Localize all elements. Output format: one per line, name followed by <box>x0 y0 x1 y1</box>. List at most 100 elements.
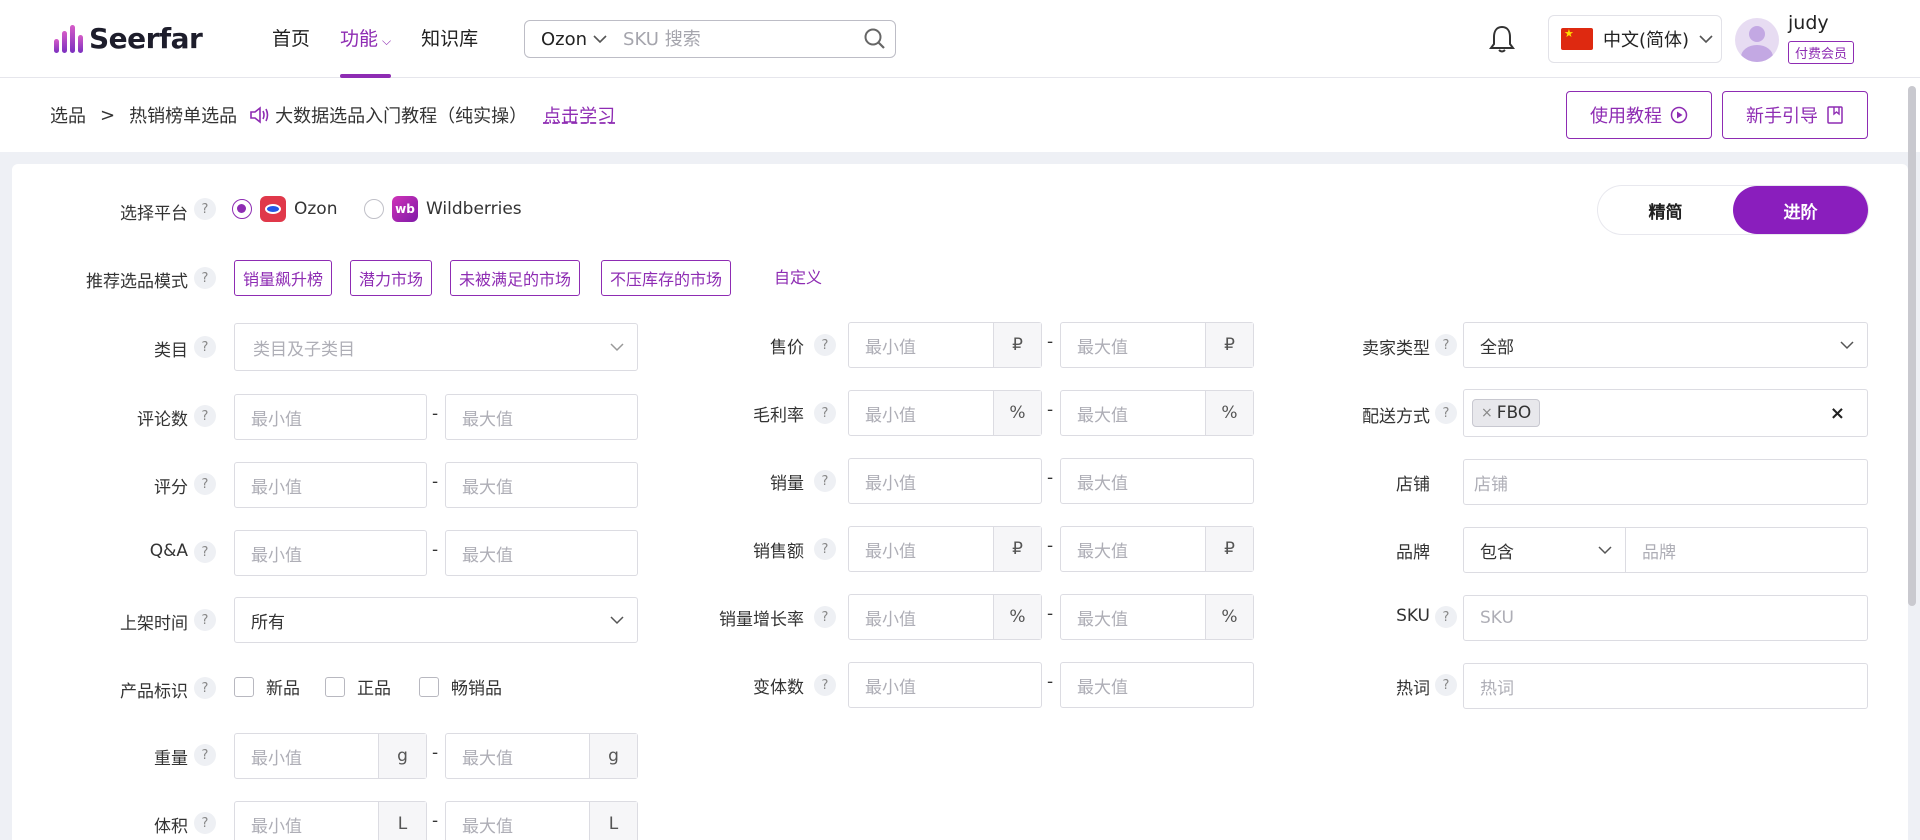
sales-min-input[interactable]: 最小值 <box>848 458 1042 504</box>
tag-no-stock-market[interactable]: 不压库存的市场 <box>601 260 732 296</box>
sku-input[interactable]: SKU <box>1463 595 1868 641</box>
revenue-min-input[interactable]: 最小值 ₽ <box>848 526 1042 572</box>
fbo-chip-label: FBO <box>1496 403 1532 423</box>
help-icon[interactable]: ? <box>194 336 216 358</box>
breadcrumb-separator: > <box>100 104 116 126</box>
help-icon[interactable]: ? <box>194 473 216 495</box>
qa-max-input[interactable]: 最大值 <box>445 530 638 576</box>
brand-input[interactable]: 品牌 <box>1625 527 1868 573</box>
help-icon[interactable]: ? <box>814 606 836 628</box>
platform-option-ozon[interactable]: Ozon <box>232 196 337 222</box>
search-icon[interactable] <box>855 27 895 51</box>
flag-bestseller-checkbox[interactable]: 畅销品 <box>419 674 502 699</box>
help-icon[interactable]: ? <box>1435 606 1457 628</box>
qa-label: Q&A <box>149 541 188 561</box>
variants-label: 变体数 <box>753 678 804 698</box>
help-icon[interactable]: ? <box>814 538 836 560</box>
help-icon[interactable]: ? <box>194 198 216 220</box>
help-icon[interactable]: ? <box>194 812 216 834</box>
qa-min-input[interactable]: 最小值 <box>234 530 427 576</box>
sales-growth-min-input[interactable]: 最小值% <box>848 594 1042 640</box>
notification-bell-icon[interactable] <box>1488 24 1516 59</box>
price-max-input[interactable]: 最大值 ₽ <box>1060 322 1254 368</box>
breadcrumb: 选品 > 热销榜单选品 大数据选品入门教程（纯实操） 点击学习 <box>50 102 615 128</box>
gross-margin-max-input[interactable]: 最大值% <box>1060 390 1254 436</box>
store-input[interactable]: 店铺 <box>1463 459 1868 505</box>
help-icon[interactable]: ? <box>1435 334 1457 356</box>
mode-simple-option[interactable]: 精简 <box>1598 186 1733 234</box>
nav-features[interactable]: 功能 ⌵ <box>340 0 392 78</box>
price-min-input[interactable]: 最小值 ₽ <box>848 322 1042 368</box>
volume-min-input[interactable]: 最小值 L <box>234 801 427 840</box>
mode-advanced-option[interactable]: 进阶 <box>1733 186 1868 234</box>
nav-home[interactable]: 首页 <box>272 0 310 78</box>
breadcrumb-root[interactable]: 选品 <box>50 102 86 128</box>
user-avatar[interactable] <box>1735 18 1779 62</box>
nav-features-label: 功能 <box>340 28 379 50</box>
tag-unmet-market[interactable]: 未被满足的市场 <box>450 260 581 296</box>
brand-mode-select[interactable]: 包含 <box>1463 527 1626 573</box>
help-icon[interactable]: ? <box>814 334 836 356</box>
reviews-max-input[interactable]: 最大值 <box>445 394 638 440</box>
sales-growth-max-input[interactable]: 最大值% <box>1060 594 1254 640</box>
listed-time-select[interactable]: 所有 <box>234 597 638 643</box>
help-icon[interactable]: ? <box>1435 674 1457 696</box>
usage-tutorial-button[interactable]: 使用教程 <box>1566 91 1712 139</box>
revenue-max-input[interactable]: 最大值 ₽ <box>1060 526 1254 572</box>
sku-search-input[interactable] <box>623 28 855 50</box>
min-placeholder: 最小值 <box>251 816 302 837</box>
weight-min-input[interactable]: 最小值 g <box>234 733 427 779</box>
logo-text: Seerfar <box>89 22 203 55</box>
nav-knowledge-base[interactable]: 知识库 <box>421 0 478 78</box>
help-icon[interactable]: ? <box>194 541 216 563</box>
help-icon[interactable]: ? <box>194 405 216 427</box>
tag-potential-market[interactable]: 潜力市场 <box>350 260 433 296</box>
checkbox[interactable] <box>234 676 254 697</box>
radio-button[interactable] <box>364 199 384 219</box>
flag-new-checkbox[interactable]: 新品 <box>234 674 300 699</box>
recommend-mode-label: 推荐选品模式 <box>86 272 188 292</box>
rating-max-input[interactable]: 最大值 <box>445 462 638 508</box>
checkbox[interactable] <box>419 676 439 697</box>
rating-min-input[interactable]: 最小值 <box>234 462 427 508</box>
variants-max-input[interactable]: 最大值 <box>1060 662 1254 708</box>
platform-option-wildberries[interactable]: wb Wildberries <box>364 196 522 222</box>
checkbox[interactable] <box>325 676 345 697</box>
help-icon[interactable]: ? <box>194 677 216 699</box>
range-dash: - <box>1047 536 1054 556</box>
clear-icon[interactable]: × <box>1830 403 1845 424</box>
tag-sales-surge[interactable]: 销量飙升榜 <box>234 260 333 296</box>
chip-remove-icon[interactable]: × <box>1481 405 1493 421</box>
help-icon[interactable]: ? <box>814 402 836 424</box>
help-icon[interactable]: ? <box>194 267 216 289</box>
weight-max-input[interactable]: 最大值 g <box>445 733 638 779</box>
help-icon[interactable]: ? <box>194 744 216 766</box>
sales-max-input[interactable]: 最大值 <box>1060 458 1254 504</box>
page-scrollbar[interactable] <box>1908 86 1916 606</box>
help-icon[interactable]: ? <box>814 470 836 492</box>
beginner-guide-label: 新手引导 <box>1746 106 1818 127</box>
beginner-guide-button[interactable]: 新手引导 <box>1722 91 1868 139</box>
range-dash: - <box>1047 468 1054 488</box>
speaker-icon <box>250 106 269 124</box>
username[interactable]: judy <box>1788 12 1829 34</box>
variants-min-input[interactable]: 最小值 <box>848 662 1042 708</box>
category-select[interactable]: 类目及子类目 <box>234 323 638 371</box>
unit-ruble: ₽ <box>1205 323 1253 367</box>
volume-max-input[interactable]: 最大值 L <box>445 801 638 840</box>
tag-custom[interactable]: 自定义 <box>774 260 822 296</box>
flag-genuine-checkbox[interactable]: 正品 <box>325 674 391 699</box>
reviews-min-input[interactable]: 最小值 <box>234 394 427 440</box>
language-selector[interactable]: 中文(简体) <box>1548 15 1722 63</box>
help-icon[interactable]: ? <box>194 609 216 631</box>
learn-link[interactable]: 点击学习 <box>543 102 615 128</box>
help-icon[interactable]: ? <box>1435 402 1457 424</box>
delivery-multiselect[interactable]: × FBO × <box>1463 389 1868 437</box>
search-platform-select[interactable]: Ozon <box>525 29 623 50</box>
gross-margin-min-input[interactable]: 最小值% <box>848 390 1042 436</box>
help-icon[interactable]: ? <box>814 674 836 696</box>
seerfar-logo[interactable]: Seerfar <box>54 22 203 55</box>
radio-button-checked[interactable] <box>232 199 252 219</box>
seller-type-select[interactable]: 全部 <box>1463 322 1868 368</box>
hot-keyword-input[interactable]: 热词 <box>1463 663 1868 709</box>
